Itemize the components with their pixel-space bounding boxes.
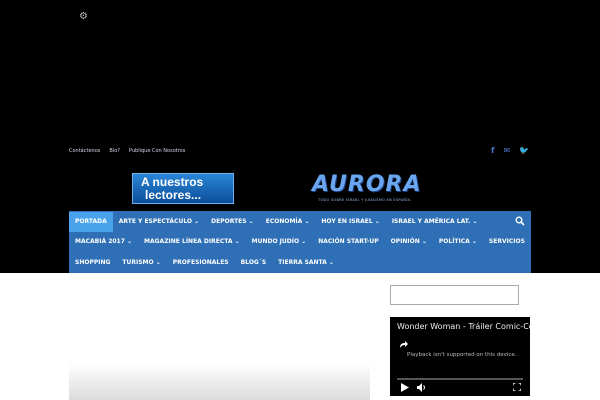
facebook-icon[interactable]: f xyxy=(491,146,494,155)
nav-economia[interactable]: ECONOMÍA ⌄ xyxy=(260,212,316,232)
nav-shopping[interactable]: SHOPPING xyxy=(69,253,116,273)
share-icon[interactable] xyxy=(399,339,409,349)
video-player[interactable]: Wonder Woman - Tráiler Comic-Con Playbac… xyxy=(390,317,530,396)
nav-macabia[interactable]: MACABIÁ 2017 ⌄ xyxy=(69,232,138,252)
top-links: Contáctenos Bío? Publique Con Nosotros xyxy=(69,147,185,155)
nav-mundo-judio[interactable]: MUNDO JUDÍO ⌄ xyxy=(246,232,313,252)
nav-row-2: MACABIÁ 2017 ⌄ MAGAZINE LÍNEA DIRECTA ⌄ … xyxy=(69,232,531,252)
nav-blogs[interactable]: BLOG´S xyxy=(235,253,273,273)
play-icon[interactable] xyxy=(400,383,409,392)
nav-hoy-en-israel[interactable]: HOY EN ISRAEL ⌄ xyxy=(315,212,385,232)
nav-politica[interactable]: POLÍTICA ⌄ xyxy=(433,232,483,252)
nav-tierra-santa[interactable]: TIERRA SANTA ⌄ xyxy=(272,253,340,273)
logo-tagline: TODO SOBRE ISRAEL Y JUDAISMO EN ESPAÑOL xyxy=(318,198,412,202)
volume-icon[interactable] xyxy=(417,383,427,392)
video-progress-bar[interactable] xyxy=(397,378,523,380)
top-link-publish[interactable]: Publique Con Nosotros xyxy=(129,147,185,155)
logo-name: AURORA xyxy=(312,172,422,197)
nav-deportes[interactable]: DEPORTES ⌄ xyxy=(205,212,260,232)
nav-magazine[interactable]: MAGAZINE LÍNEA DIRECTA ⌄ xyxy=(138,232,246,252)
nav-profesionales[interactable]: PROFESIONALES xyxy=(167,253,235,273)
nav-nacion-startup[interactable]: NACIÓN START-UP xyxy=(312,232,384,252)
site-logo[interactable]: AURORA TODO SOBRE ISRAEL Y JUDAISMO EN E… xyxy=(312,172,432,204)
nav-row-3: SHOPPING TURISMO ⌄ PROFESIONALES BLOG´S … xyxy=(69,253,340,273)
nav-row-1: PORTADA ARTE Y ESPECTÁCULO ⌄ DEPORTES ⌄ … xyxy=(69,212,483,232)
social-links: f ✉ 🐦 xyxy=(491,146,529,155)
readers-banner[interactable]: A nuestros lectores... xyxy=(132,173,234,204)
banner-line-2: lectores... xyxy=(145,188,202,202)
main-navigation: PORTADA ARTE Y ESPECTÁCULO ⌄ DEPORTES ⌄ … xyxy=(69,211,531,273)
nav-portada[interactable]: PORTADA xyxy=(69,212,113,232)
nav-servicios[interactable]: SERVICIOS xyxy=(483,232,531,252)
email-icon[interactable]: ✉ xyxy=(503,146,510,155)
video-title[interactable]: Wonder Woman - Tráiler Comic-Con xyxy=(397,322,530,331)
nav-opinion[interactable]: OPINIÓN ⌄ xyxy=(385,232,433,252)
featured-image-placeholder xyxy=(69,363,370,400)
top-link-contact[interactable]: Contáctenos xyxy=(69,147,100,155)
video-unsupported-message: Playback isn't supported on this device. xyxy=(407,352,517,358)
fullscreen-icon[interactable] xyxy=(513,383,521,391)
top-link-bio[interactable]: Bío? xyxy=(109,147,120,155)
twitter-icon[interactable]: 🐦 xyxy=(519,146,529,155)
search-icon[interactable] xyxy=(515,216,525,226)
settings-icon[interactable]: ⚙ xyxy=(79,12,89,22)
banner-line-1: A nuestros xyxy=(141,175,204,189)
nav-turismo[interactable]: TURISMO ⌄ xyxy=(116,253,166,273)
nav-arte[interactable]: ARTE Y ESPECTÁCULO ⌄ xyxy=(113,212,205,232)
sidebar-search-input[interactable] xyxy=(390,285,519,305)
nav-israel-america[interactable]: ISRAEL Y AMÉRICA LAT. ⌄ xyxy=(386,212,484,232)
